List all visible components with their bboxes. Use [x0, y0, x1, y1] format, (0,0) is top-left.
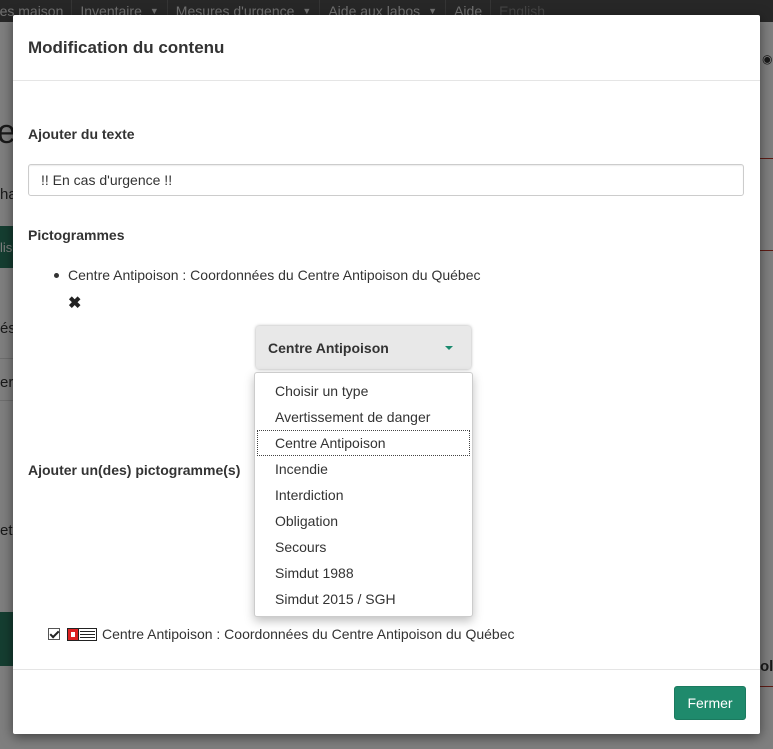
remove-icon[interactable]: ✖ [68, 293, 81, 313]
dropdown-option-interdiction[interactable]: Interdiction [255, 482, 472, 508]
close-button[interactable]: Fermer [674, 686, 746, 720]
dropdown-option-incendie[interactable]: Incendie [255, 456, 472, 482]
bullet-icon [54, 272, 59, 278]
dropdown-option-secours[interactable]: Secours [255, 534, 472, 560]
dropdown-option-centre-antipoison[interactable]: Centre Antipoison [257, 430, 470, 456]
dropdown-option-obligation[interactable]: Obligation [255, 508, 472, 534]
dropdown-option-simdut-1988[interactable]: Simdut 1988 [255, 560, 472, 586]
text-input[interactable] [28, 164, 744, 196]
pictogram-checkbox-row: Centre Antipoison : Coordonnées du Centr… [48, 626, 515, 642]
type-dropdown-menu: Choisir un type Avertissement de danger … [254, 372, 473, 617]
modal-footer: Fermer [13, 669, 760, 735]
poison-center-pictogram-icon [67, 627, 97, 641]
pictogrammes-label: Pictogrammes [28, 227, 125, 243]
add-pictogram-label: Ajouter un(des) pictogramme(s) [28, 462, 241, 478]
dropdown-option-simdut-2015[interactable]: Simdut 2015 / SGH [255, 586, 472, 612]
pictogram-checkbox[interactable] [48, 628, 60, 640]
add-text-label: Ajouter du texte [28, 126, 135, 142]
pictogram-list-item: Centre Antipoison : Coordonnées du Centr… [54, 267, 481, 283]
dropdown-option-avertissement[interactable]: Avertissement de danger [255, 404, 472, 430]
modal-title: Modification du contenu [28, 38, 225, 57]
pictogram-checkbox-label: Centre Antipoison : Coordonnées du Centr… [102, 626, 515, 642]
type-select[interactable]: Centre Antipoison [256, 326, 471, 369]
edit-content-modal: Modification du contenu Ajouter du texte… [13, 15, 760, 734]
dropdown-option-choisir[interactable]: Choisir un type [255, 378, 472, 404]
modal-header: Modification du contenu [13, 15, 760, 81]
pictogram-item-label: Centre Antipoison : Coordonnées du Centr… [68, 267, 481, 283]
type-select-value: Centre Antipoison [268, 339, 389, 356]
chevron-down-icon [445, 345, 453, 350]
